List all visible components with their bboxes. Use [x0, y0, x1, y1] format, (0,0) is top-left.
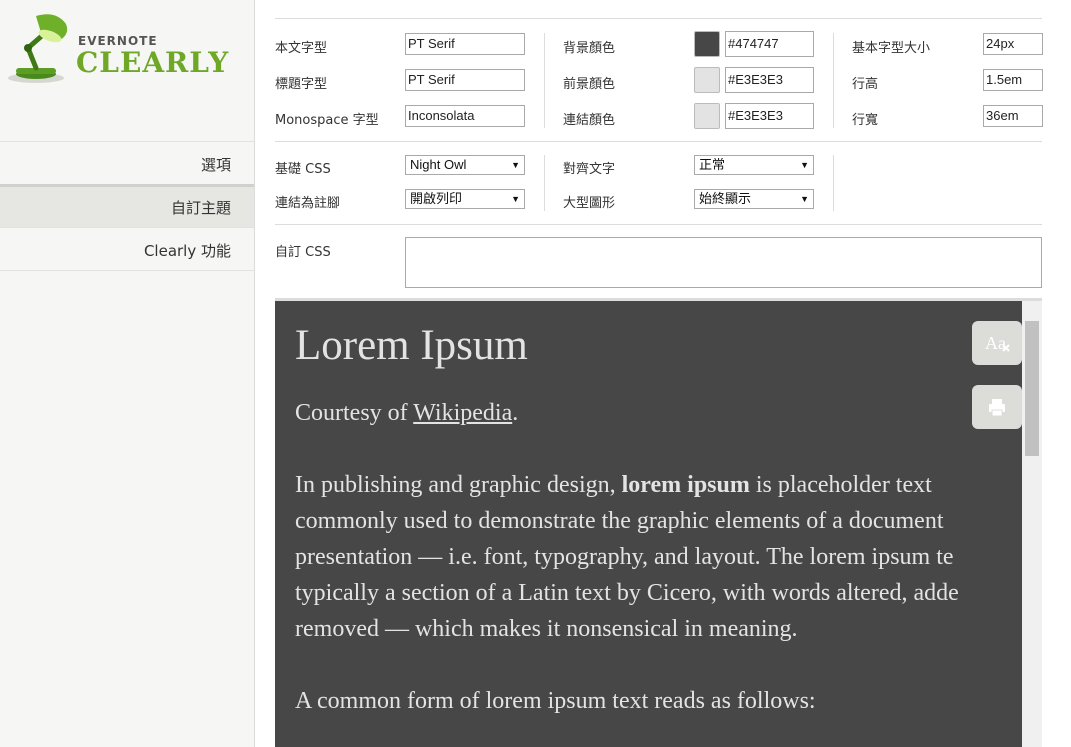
monospace-font-input[interactable]: Inconsolata	[405, 105, 525, 127]
line-width-label: 行寬	[852, 113, 879, 128]
text-size-icon: Aa	[985, 333, 1010, 353]
base-font-size-input[interactable]: 24px	[983, 33, 1043, 55]
courtesy-prefix: Courtesy of	[295, 400, 414, 426]
theme-settings: 本文字型 PT Serif 標題字型 PT Serif Monospace 字型…	[275, 0, 1043, 747]
preview-paragraph-line: A common form of lorem ipsum text reads …	[295, 688, 816, 714]
preview-paragraph-line: commonly used to demonstrate the graphic…	[295, 508, 944, 534]
column-divider	[544, 33, 545, 128]
divider-bottom	[275, 224, 1042, 225]
line-width-input[interactable]: 36em	[983, 105, 1043, 127]
divider-middle	[275, 141, 1042, 142]
column-divider	[833, 33, 834, 128]
body-font-label: 本文字型	[275, 41, 328, 56]
links-as-footnotes-label: 連結為註腳	[275, 196, 341, 211]
large-images-select[interactable]: 始終顯示 ▼	[694, 189, 814, 209]
foreground-color-input[interactable]: #E3E3E3	[725, 67, 814, 93]
preview-scrollbar[interactable]	[1022, 301, 1042, 747]
text-align-value: 正常	[699, 157, 726, 172]
dropdown-arrow-icon: ▼	[511, 194, 520, 204]
dropdown-arrow-icon: ▼	[800, 194, 809, 204]
monospace-font-label: Monospace 字型	[275, 113, 379, 128]
line-height-input[interactable]: 1.5em	[983, 69, 1043, 91]
links-as-footnotes-select[interactable]: 開啟列印 ▼	[405, 189, 525, 209]
text-align-select[interactable]: 正常 ▼	[694, 155, 814, 175]
dropdown-arrow-icon: ▼	[800, 160, 809, 170]
preview-courtesy: Courtesy of Wikipedia.	[295, 395, 518, 431]
header-font-input[interactable]: PT Serif	[405, 69, 525, 91]
base-css-label: 基礎 CSS	[275, 162, 331, 177]
courtesy-suffix: .	[512, 400, 519, 426]
body-font-input[interactable]: PT Serif	[405, 33, 525, 55]
sidebar-item-clearly-features[interactable]: Clearly 功能	[0, 227, 254, 270]
paragraph-bold-text: lorem ipsum	[621, 472, 750, 498]
header-font-label: 標題字型	[275, 77, 328, 92]
scrollbar-thumb[interactable]	[1025, 321, 1039, 456]
base-css-value: Night Owl	[410, 157, 467, 172]
text-size-button[interactable]: Aa	[972, 321, 1022, 365]
background-color-label: 背景顏色	[563, 41, 616, 56]
paragraph-text: is placeholder text	[749, 472, 932, 498]
wikipedia-link[interactable]: Wikipedia	[413, 400, 512, 426]
link-color-input[interactable]: #E3E3E3	[725, 103, 814, 129]
brand-clearly: CLEARLY	[76, 46, 230, 79]
preview-paragraph-line: removed — which makes it nonsensical in …	[295, 616, 798, 642]
link-color-swatch[interactable]	[694, 103, 720, 129]
divider-top	[275, 18, 1042, 19]
sidebar-item-options[interactable]: 選項	[0, 141, 254, 184]
preview-paragraph-line: typically a section of a Latin text by C…	[295, 580, 959, 606]
large-images-value: 始終顯示	[699, 191, 752, 206]
column-divider	[833, 155, 834, 211]
column-divider	[544, 155, 545, 211]
printer-icon	[989, 399, 1005, 417]
foreground-color-label: 前景顏色	[563, 77, 616, 92]
dropdown-arrow-icon: ▼	[511, 160, 520, 170]
lamp-logo-icon	[8, 14, 68, 83]
clearly-logo: EVERNOTE CLEARLY	[0, 0, 255, 141]
sidebar-item-custom-theme[interactable]: 自訂主題	[0, 184, 254, 227]
background-color-swatch[interactable]	[694, 31, 720, 57]
background-color-input[interactable]: #474747	[725, 31, 814, 57]
foreground-color-swatch[interactable]	[694, 67, 720, 93]
link-color-label: 連結顏色	[563, 113, 616, 128]
preview-paragraph-line: In publishing and graphic design, lorem …	[295, 467, 932, 503]
large-images-label: 大型圖形	[563, 196, 616, 211]
line-height-label: 行高	[852, 77, 879, 92]
base-font-size-label: 基本字型大小	[852, 41, 931, 56]
paragraph-text: In publishing and graphic design,	[295, 472, 622, 498]
preview-paragraph-line: presentation — i.e. font, typography, an…	[295, 544, 954, 570]
custom-css-textarea[interactable]	[405, 237, 1042, 288]
sidebar: EVERNOTE CLEARLY 選項 自訂主題 Clearly 功能	[0, 0, 255, 747]
preview-title: Lorem Ipsum	[295, 322, 528, 369]
custom-css-label: 自訂 CSS	[275, 245, 331, 260]
print-button[interactable]	[972, 385, 1022, 429]
links-as-footnotes-value: 開啟列印	[410, 191, 463, 206]
base-css-select[interactable]: Night Owl ▼	[405, 155, 525, 175]
theme-preview: Lorem Ipsum Courtesy of Wikipedia. In pu…	[275, 298, 1042, 747]
sidebar-nav: 選項 自訂主題 Clearly 功能	[0, 141, 254, 271]
text-align-label: 對齊文字	[563, 162, 616, 177]
